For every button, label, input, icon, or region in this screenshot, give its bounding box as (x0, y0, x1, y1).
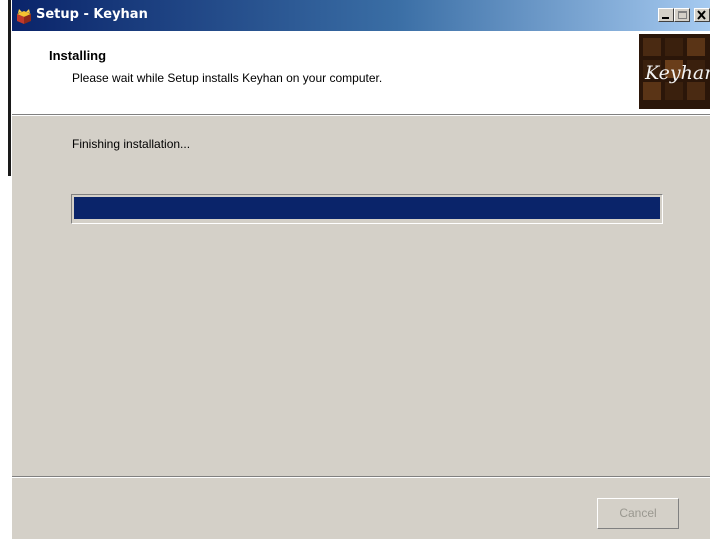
setup-window: Setup - Keyhan Installing Please wait wh… (12, 0, 710, 539)
status-text: Finishing installation... (72, 137, 191, 151)
background-window-border (8, 0, 11, 176)
maximize-icon[interactable] (674, 8, 690, 22)
header-divider (12, 115, 710, 116)
logo-wordmark: Keyhan (644, 62, 710, 84)
setup-box-icon[interactable] (15, 7, 33, 25)
background-window-edge (0, 0, 12, 539)
close-icon[interactable] (694, 8, 710, 22)
page-subtitle: Please wait while Setup installs Keyhan … (72, 71, 383, 85)
cancel-button[interactable]: Cancel (597, 498, 679, 529)
minimize-icon[interactable] (658, 8, 674, 22)
keyhan-logo: Keyhan (639, 34, 710, 109)
title-bar[interactable]: Setup - Keyhan (12, 0, 710, 31)
wizard-header: Installing Please wait while Setup insta… (12, 31, 710, 115)
progress-fill (74, 197, 660, 219)
install-progress-bar (71, 194, 663, 224)
page-title: Installing (49, 48, 107, 63)
window-title: Setup - Keyhan (36, 7, 148, 22)
footer-divider-highlight (12, 477, 710, 478)
